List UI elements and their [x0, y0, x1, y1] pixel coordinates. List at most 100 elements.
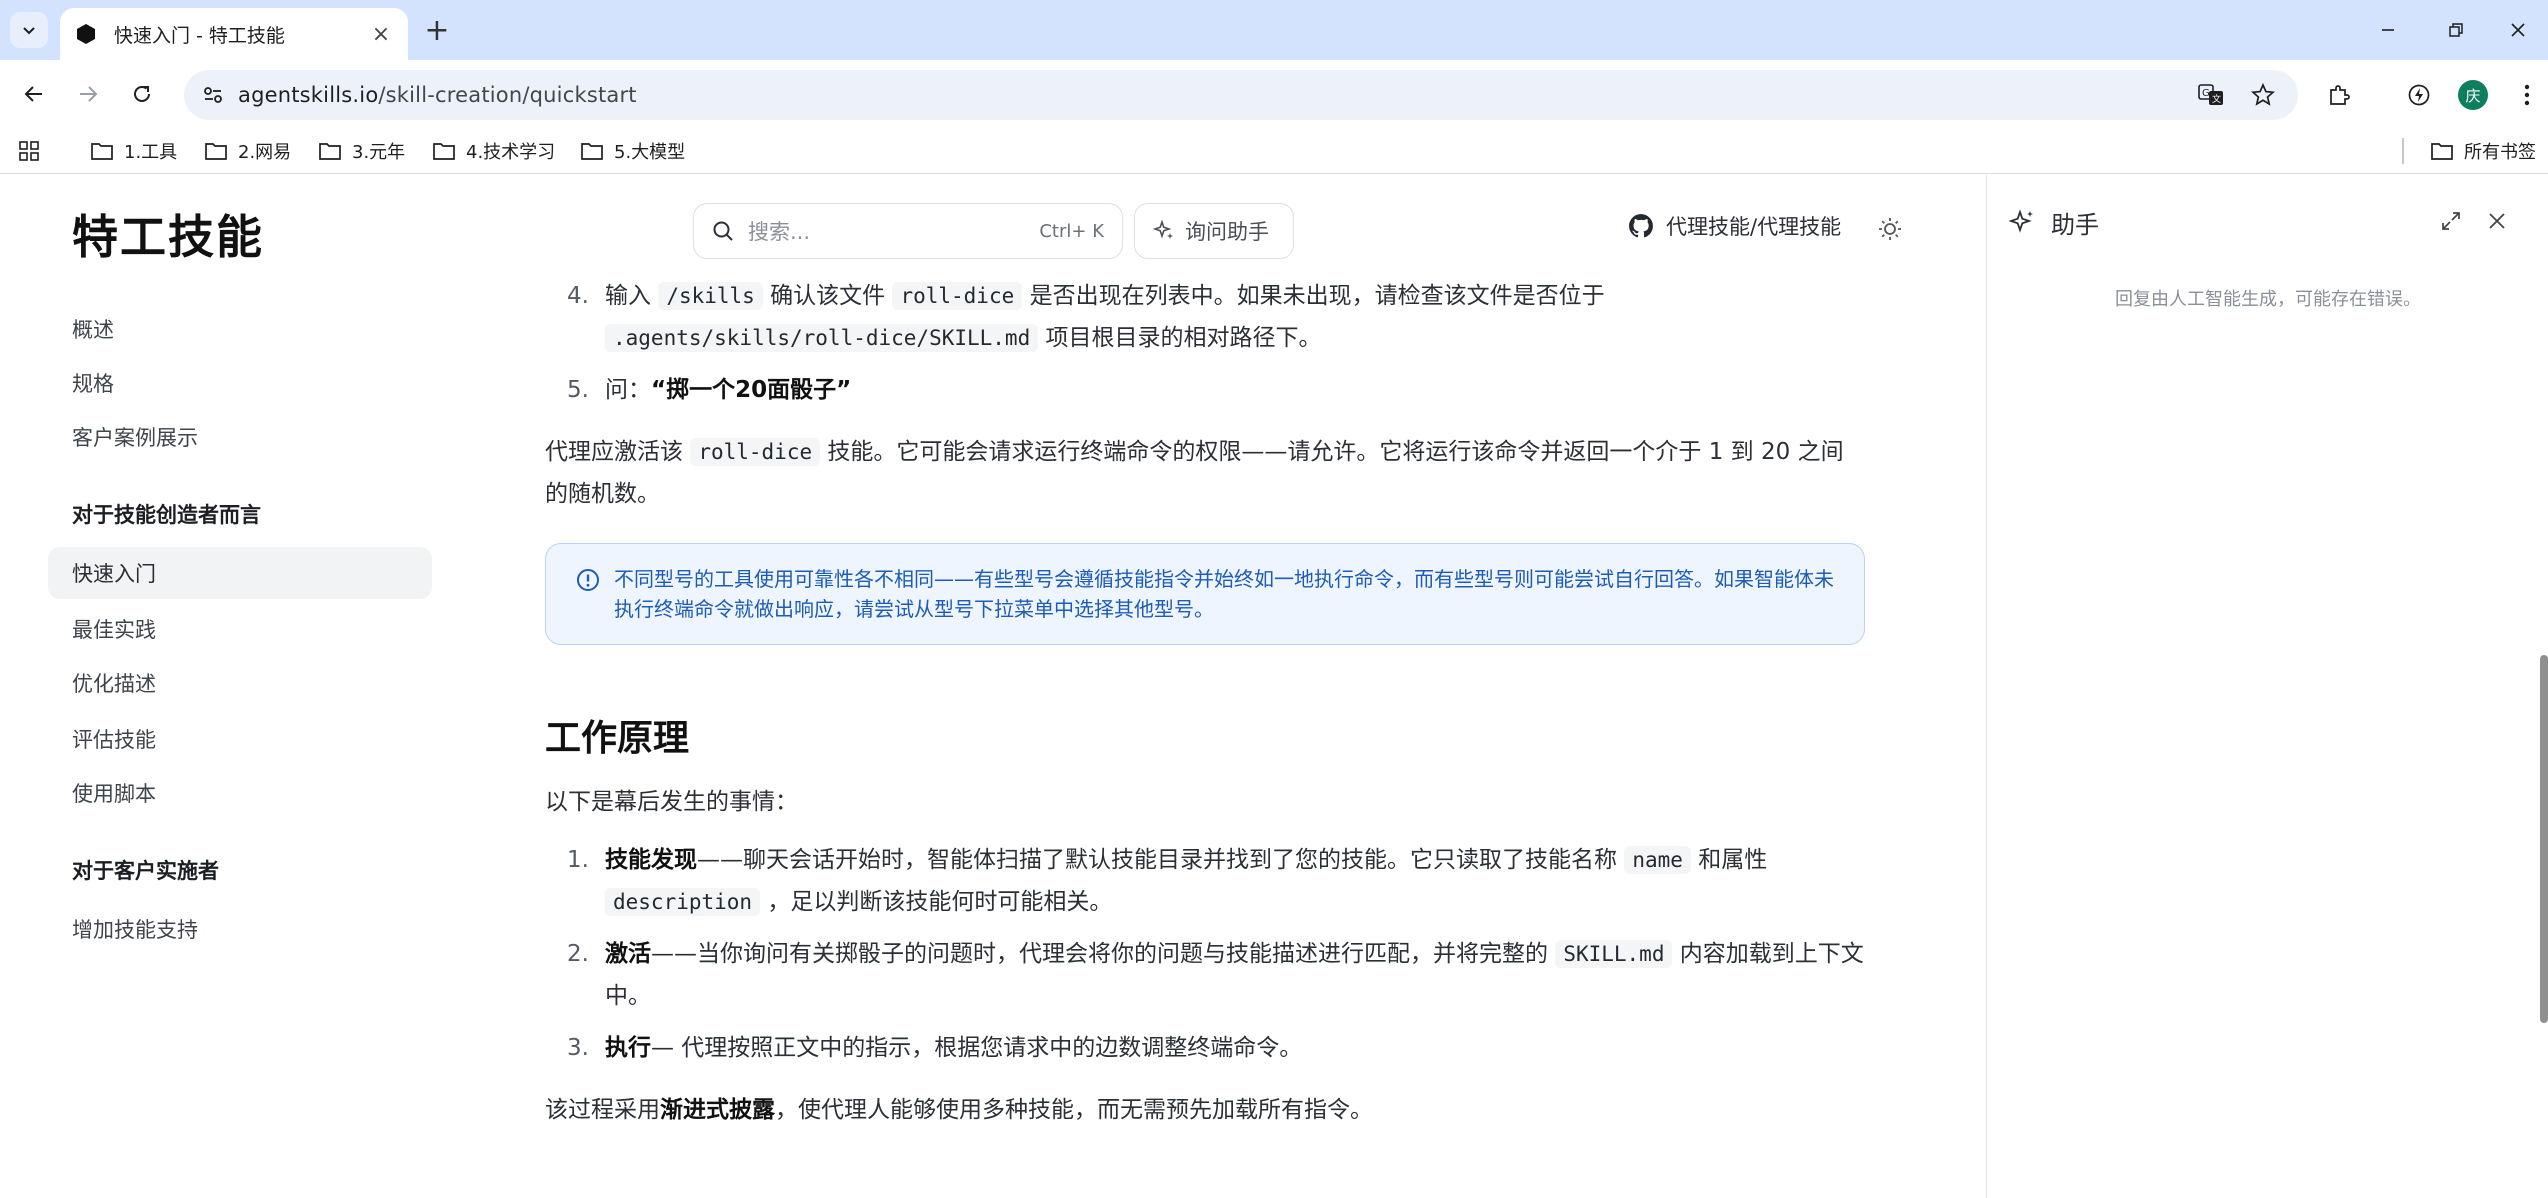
site-favicon-icon	[74, 22, 98, 46]
profile-button[interactable]: 庆	[2452, 74, 2494, 116]
sidebar-item-best-practices[interactable]: 最佳实践	[48, 603, 432, 655]
bookmark-folder-1[interactable]: 1.工具	[84, 134, 183, 168]
list-item: 2. 激活——当你询问有关掷骰子的问题时，代理会将你的问题与技能描述进行匹配，并…	[567, 940, 1864, 1009]
translate-button[interactable]: G文	[2190, 74, 2232, 116]
section-heading: 工作原理	[545, 718, 690, 759]
inline-code: .agents/skills/roll-dice/SKILL.md	[605, 324, 1039, 352]
bookmark-folder-2[interactable]: 2.网易	[198, 134, 297, 168]
url-host: agentskills.io	[238, 83, 379, 107]
ask-assistant-label: 询问助手	[1185, 220, 1269, 244]
list-item: 1. 技能发现——聊天会话开始时，智能体扫描了默认技能目录并找到了您的技能。它只…	[567, 846, 1768, 916]
sidebar-item-evaluate-skills[interactable]: 评估技能	[48, 713, 432, 765]
browser-tab-bar: 快速入门 - 特工技能 × +	[0, 0, 2548, 60]
avatar: 庆	[2458, 80, 2488, 110]
performance-button[interactable]	[2398, 74, 2440, 116]
reload-icon	[134, 85, 150, 102]
web-page: 特工技能 搜索... Ctrl+ K 询问助手 代理技能/代理技能 概述 规格 …	[0, 175, 2548, 1198]
inline-code: /skills	[658, 282, 763, 310]
folder-icon	[581, 143, 603, 160]
bookmarks-bar: 1.工具 2.网易 3.元年 4.技术学习 5.大模型 所有书签	[0, 128, 2548, 174]
apps-button[interactable]	[14, 136, 44, 166]
new-tab-button[interactable]: +	[420, 14, 454, 48]
tab-search-button[interactable]	[10, 12, 48, 48]
translate-icon: G文	[2198, 84, 2223, 105]
forward-button[interactable]	[66, 72, 110, 116]
bookmark-folder-3[interactable]: 3.元年	[312, 134, 411, 168]
address-bar[interactable]: agentskills.io/skill-creation/quickstart…	[184, 70, 2298, 120]
bolt-icon	[2408, 84, 2430, 106]
inline-code: roll-dice	[690, 438, 821, 466]
tab-close-icon[interactable]: ×	[368, 21, 394, 47]
docs-sidebar: 概述 规格 客户案例展示 对于技能创造者而言 快速入门 最佳实践 优化描述 评估…	[0, 279, 470, 1198]
svg-text:文: 文	[2212, 93, 2221, 105]
list-item: 5. 问：“掷一个20面骰子”	[567, 377, 852, 403]
bookmark-star-button[interactable]	[2242, 74, 2284, 116]
sidebar-item-overview[interactable]: 概述	[48, 303, 432, 355]
expand-panel-button[interactable]	[2433, 203, 2469, 239]
page-scrollbar-thumb[interactable]	[2540, 655, 2548, 1023]
sidebar-item-add-skill-support[interactable]: 增加技能支持	[48, 903, 432, 955]
bookmark-folder-5[interactable]: 5.大模型	[574, 134, 691, 168]
url-text[interactable]: agentskills.io/skill-creation/quickstart	[238, 83, 637, 107]
theme-toggle-button[interactable]	[1872, 211, 1908, 247]
inline-code: name	[1624, 846, 1691, 874]
sidebar-section-clients: 对于客户实施者	[72, 859, 219, 883]
list-item: 4. 输入 /skills 确认该文件 roll-dice 是否出现在列表中。如…	[567, 282, 1605, 352]
sidebar-item-optimize-description[interactable]: 优化描述	[48, 657, 432, 709]
bookmark-label: 3.元年	[352, 142, 406, 163]
close-panel-button[interactable]	[2479, 203, 2515, 239]
bookmark-label: 5.大模型	[614, 142, 686, 163]
main-content: 4. 输入 /skills 确认该文件 roll-dice 是否出现在列表中。如…	[545, 275, 1865, 1131]
site-info-icon[interactable]	[188, 70, 238, 120]
close-icon	[2489, 213, 2505, 229]
browser-menu-button[interactable]	[2506, 74, 2548, 116]
close-window-button[interactable]	[2494, 8, 2542, 52]
ask-assistant-button[interactable]: 询问助手	[1134, 203, 1294, 259]
callout-text: 不同型号的工具使用可靠性各不相同——有些型号会遵循技能指令并始终如一地执行命令，…	[614, 567, 1834, 621]
github-icon	[1629, 214, 1653, 238]
minimize-icon	[2382, 29, 2394, 31]
sidebar-item-using-scripts[interactable]: 使用脚本	[48, 767, 432, 819]
chevron-down-icon	[23, 27, 35, 35]
arrow-right-icon	[80, 86, 98, 102]
arrow-left-icon	[24, 86, 42, 102]
inline-code: description	[605, 888, 761, 916]
back-button[interactable]	[12, 72, 56, 116]
active-tab[interactable]: 快速入门 - 特工技能 ×	[60, 8, 408, 60]
bookmark-label: 2.网易	[238, 142, 292, 163]
search-shortcut: Ctrl+ K	[1039, 220, 1104, 242]
browser-toolbar: agentskills.io/skill-creation/quickstart…	[0, 60, 2548, 128]
info-callout: 不同型号的工具使用可靠性各不相同——有些型号会遵循技能指令并始终如一地执行命令，…	[545, 543, 1865, 645]
folder-icon	[91, 143, 113, 160]
how-it-works-list: 1. 技能发现——聊天会话开始时，智能体扫描了默认技能目录并找到了您的技能。它只…	[545, 839, 1865, 1069]
more-vertical-icon	[2524, 84, 2530, 106]
restore-window-button[interactable]	[2432, 8, 2480, 52]
minimize-window-button[interactable]	[2364, 8, 2412, 52]
assistant-disclaimer: 回复由人工智能生成，可能存在错误。	[2115, 289, 2421, 310]
sidebar-item-showcase[interactable]: 客户案例展示	[48, 411, 432, 463]
star-icon	[2251, 83, 2275, 106]
paragraph: 代理应激活该 roll-dice 技能。它可能会请求运行终端命令的权限——请允许…	[545, 438, 1844, 507]
github-link[interactable]: 代理技能/代理技能	[1628, 211, 1841, 241]
restore-icon	[2449, 23, 2463, 37]
all-bookmarks-button[interactable]: 所有书签	[2424, 134, 2542, 168]
sidebar-section-creators: 对于技能创造者而言	[72, 503, 261, 527]
site-logo[interactable]: 特工技能	[72, 201, 264, 267]
url-path: /skill-creation/quickstart	[378, 83, 637, 107]
close-icon	[2511, 23, 2525, 37]
search-input[interactable]: 搜索... Ctrl+ K	[693, 203, 1123, 259]
list-item: 3. 执行— 代理按照正文中的指示，根据您请求中的边数调整终端命令。	[567, 1035, 1303, 1061]
all-bookmarks-label: 所有书签	[2464, 142, 2536, 163]
folder-icon	[205, 143, 227, 160]
bookmark-label: 4.技术学习	[466, 142, 556, 163]
search-icon	[713, 221, 733, 241]
bookmark-folder-4[interactable]: 4.技术学习	[426, 134, 561, 168]
reload-button[interactable]	[120, 72, 164, 116]
sidebar-item-quickstart[interactable]: 快速入门	[48, 547, 432, 599]
extensions-button[interactable]	[2318, 74, 2360, 116]
folder-icon	[2431, 143, 2453, 160]
sidebar-item-specification[interactable]: 规格	[48, 357, 432, 409]
paragraph: 以下是幕后发生的事情：	[545, 789, 798, 815]
bookmark-label: 1.工具	[124, 142, 178, 163]
github-label: 代理技能/代理技能	[1666, 215, 1842, 239]
